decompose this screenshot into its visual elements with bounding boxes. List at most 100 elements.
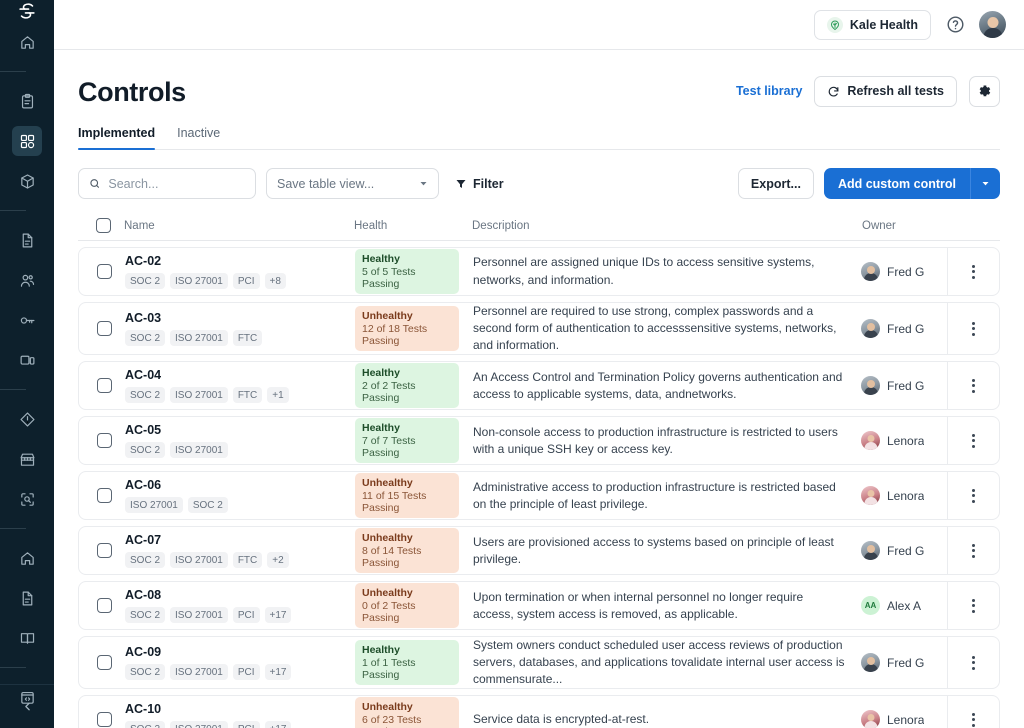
- sidebar-item-monitoring[interactable]: [12, 484, 42, 514]
- row-menu-button[interactable]: [972, 598, 975, 613]
- row-menu-button[interactable]: [972, 321, 975, 336]
- select-all-cell: [78, 218, 124, 233]
- settings-button[interactable]: [969, 75, 1000, 107]
- table-row[interactable]: AC-05 SOC 2 ISO 27001 Healthy 7 of 7 Tests P…: [78, 416, 1000, 466]
- owner-avatar: [861, 486, 880, 506]
- row-menu-button[interactable]: [972, 378, 975, 393]
- chevron-left-icon: [24, 702, 30, 711]
- owner-cell: Fred G: [861, 637, 947, 688]
- column-header-name[interactable]: Name: [124, 220, 354, 232]
- funnel-icon: [456, 179, 466, 188]
- row-select-cell: [79, 248, 125, 295]
- add-custom-control-button[interactable]: Add custom control: [823, 168, 970, 199]
- table-row[interactable]: AC-04 SOC 2 ISO 27001 FTC +1 Healthy 2 of 2 Te…: [78, 361, 1000, 411]
- health-cell: Healthy 1 of 1 Tests Passing: [355, 637, 473, 688]
- table-toolbar: Save table view... Filter Export... Add …: [78, 168, 1000, 199]
- sidebar-item-vendors[interactable]: [12, 444, 42, 474]
- health-tests: 7 of 7 Tests Passing: [362, 435, 416, 460]
- health-cell: Unhealthy 12 of 18 Tests Passing: [355, 303, 473, 354]
- search-input[interactable]: [108, 176, 245, 191]
- sidebar-item-trust-center[interactable]: [12, 543, 42, 573]
- sidebar-item-frameworks[interactable]: [12, 166, 42, 196]
- select-all-checkbox[interactable]: [96, 218, 111, 233]
- add-custom-control-group: Add custom control: [823, 168, 1000, 199]
- row-checkbox[interactable]: [97, 655, 112, 671]
- table-row[interactable]: AC-09 SOC 2 ISO 27001 PCI +17 Healthy 1 of 1 T…: [78, 636, 1000, 690]
- tab-inactive[interactable]: Inactive: [177, 126, 220, 149]
- row-menu-button[interactable]: [972, 655, 975, 670]
- row-checkbox[interactable]: [97, 543, 112, 559]
- row-checkbox[interactable]: [97, 321, 112, 337]
- row-checkbox[interactable]: [97, 378, 112, 394]
- sidebar-item-reports[interactable]: [12, 583, 42, 613]
- column-header-owner[interactable]: Owner: [862, 220, 948, 232]
- sidebar-item-access[interactable]: [12, 305, 42, 335]
- row-checkbox[interactable]: [97, 488, 112, 504]
- table-row[interactable]: AC-07 SOC 2 ISO 27001 FTC +2 Unhealthy 8 of 14…: [78, 526, 1000, 576]
- save-table-view-select[interactable]: Save table view...: [266, 168, 439, 199]
- table-row[interactable]: AC-06 ISO 27001 SOC 2 Unhealthy 11 of 15 Tes…: [78, 471, 1000, 521]
- row-actions-cell: [947, 472, 999, 520]
- column-header-health[interactable]: Health: [354, 220, 472, 232]
- sidebar-item-tasks[interactable]: [12, 86, 42, 116]
- sidebar-item-controls[interactable]: [12, 126, 42, 156]
- row-checkbox[interactable]: [97, 264, 112, 279]
- sidebar-divider: [0, 389, 26, 390]
- row-menu-button[interactable]: [972, 488, 975, 503]
- sidebar-group: [0, 399, 54, 519]
- filter-button[interactable]: Filter: [449, 168, 510, 199]
- row-menu-button[interactable]: [972, 712, 975, 727]
- table-row[interactable]: AC-03 SOC 2 ISO 27001 FTC Unhealthy 12 of 18 …: [78, 302, 1000, 356]
- framework-tag: +2: [267, 552, 289, 569]
- sidebar-item-devices[interactable]: [12, 345, 42, 375]
- row-checkbox[interactable]: [97, 712, 112, 728]
- table-row[interactable]: AC-10 SOC 2 ISO 27001 PCI +17 Unhealthy6 of 2…: [78, 695, 1000, 728]
- key-icon: [20, 316, 34, 324]
- org-switcher[interactable]: Kale Health: [813, 9, 931, 40]
- health-tests: 6 of 23 Tests Passing: [362, 714, 422, 728]
- framework-tag: ISO 27001: [125, 497, 183, 514]
- tab-implemented[interactable]: Implemented: [78, 126, 156, 150]
- table-row[interactable]: AC-02 SOC 2 ISO 27001 PCI +8 Healthy 5 of 5 Te…: [78, 247, 1000, 296]
- column-header-description[interactable]: Description: [472, 220, 862, 232]
- framework-tag: ISO 27001: [170, 721, 228, 728]
- row-checkbox[interactable]: [97, 598, 112, 614]
- control-id: AC-06: [125, 478, 162, 493]
- table-row[interactable]: AC-08 SOC 2 ISO 27001 PCI +17 Unhealthy 0 of 2…: [78, 581, 1000, 631]
- export-button[interactable]: Export...: [737, 168, 814, 199]
- sidebar-item-policies[interactable]: [12, 225, 42, 255]
- health-cell: Healthy 2 of 2 Tests Passing: [355, 362, 473, 409]
- help-button[interactable]: [945, 15, 965, 35]
- framework-tag: PCI: [232, 607, 260, 624]
- user-avatar[interactable]: [979, 11, 1006, 38]
- collapse-sidebar-button[interactable]: [0, 684, 54, 728]
- owner-name: Fred G: [887, 655, 925, 670]
- main-area: Kale Health Controls Test library Refres…: [54, 0, 1024, 728]
- refresh-all-tests-button[interactable]: Refresh all tests: [814, 75, 957, 107]
- search-box[interactable]: [78, 168, 256, 199]
- sidebar-item-personnel[interactable]: [12, 265, 42, 295]
- owner-cell: Fred G: [861, 248, 947, 295]
- sidebar-item-knowledge-base[interactable]: [12, 623, 42, 653]
- health-status: Healthy: [362, 367, 400, 380]
- framework-tag: ISO 27001: [170, 442, 228, 459]
- control-description: Non-console access to production infrast…: [473, 424, 838, 456]
- add-custom-control-caret-button[interactable]: [970, 168, 1000, 199]
- row-menu-button[interactable]: [972, 264, 975, 279]
- app-logo[interactable]: [0, 0, 54, 22]
- framework-tag: SOC 2: [125, 442, 166, 459]
- row-checkbox[interactable]: [97, 433, 112, 449]
- framework-tag-list: SOC 2 ISO 27001 FTC: [125, 330, 263, 347]
- row-menu-button[interactable]: [972, 543, 975, 558]
- page-content: Controls Test library Refresh all tests …: [54, 50, 1024, 728]
- framework-tag: +8: [264, 273, 286, 289]
- sidebar-item-risk[interactable]: [12, 404, 42, 434]
- health-cell: Unhealthy6 of 23 Tests Passing: [355, 696, 473, 728]
- test-library-link[interactable]: Test library: [736, 84, 802, 98]
- control-name-cell: AC-09 SOC 2 ISO 27001 PCI +17: [125, 637, 355, 688]
- sidebar-group: [0, 81, 54, 201]
- control-name-cell: AC-03 SOC 2 ISO 27001 FTC: [125, 303, 355, 354]
- row-menu-button[interactable]: [972, 433, 975, 448]
- sidebar-item-home[interactable]: [12, 27, 42, 57]
- framework-tag: ISO 27001: [170, 664, 228, 681]
